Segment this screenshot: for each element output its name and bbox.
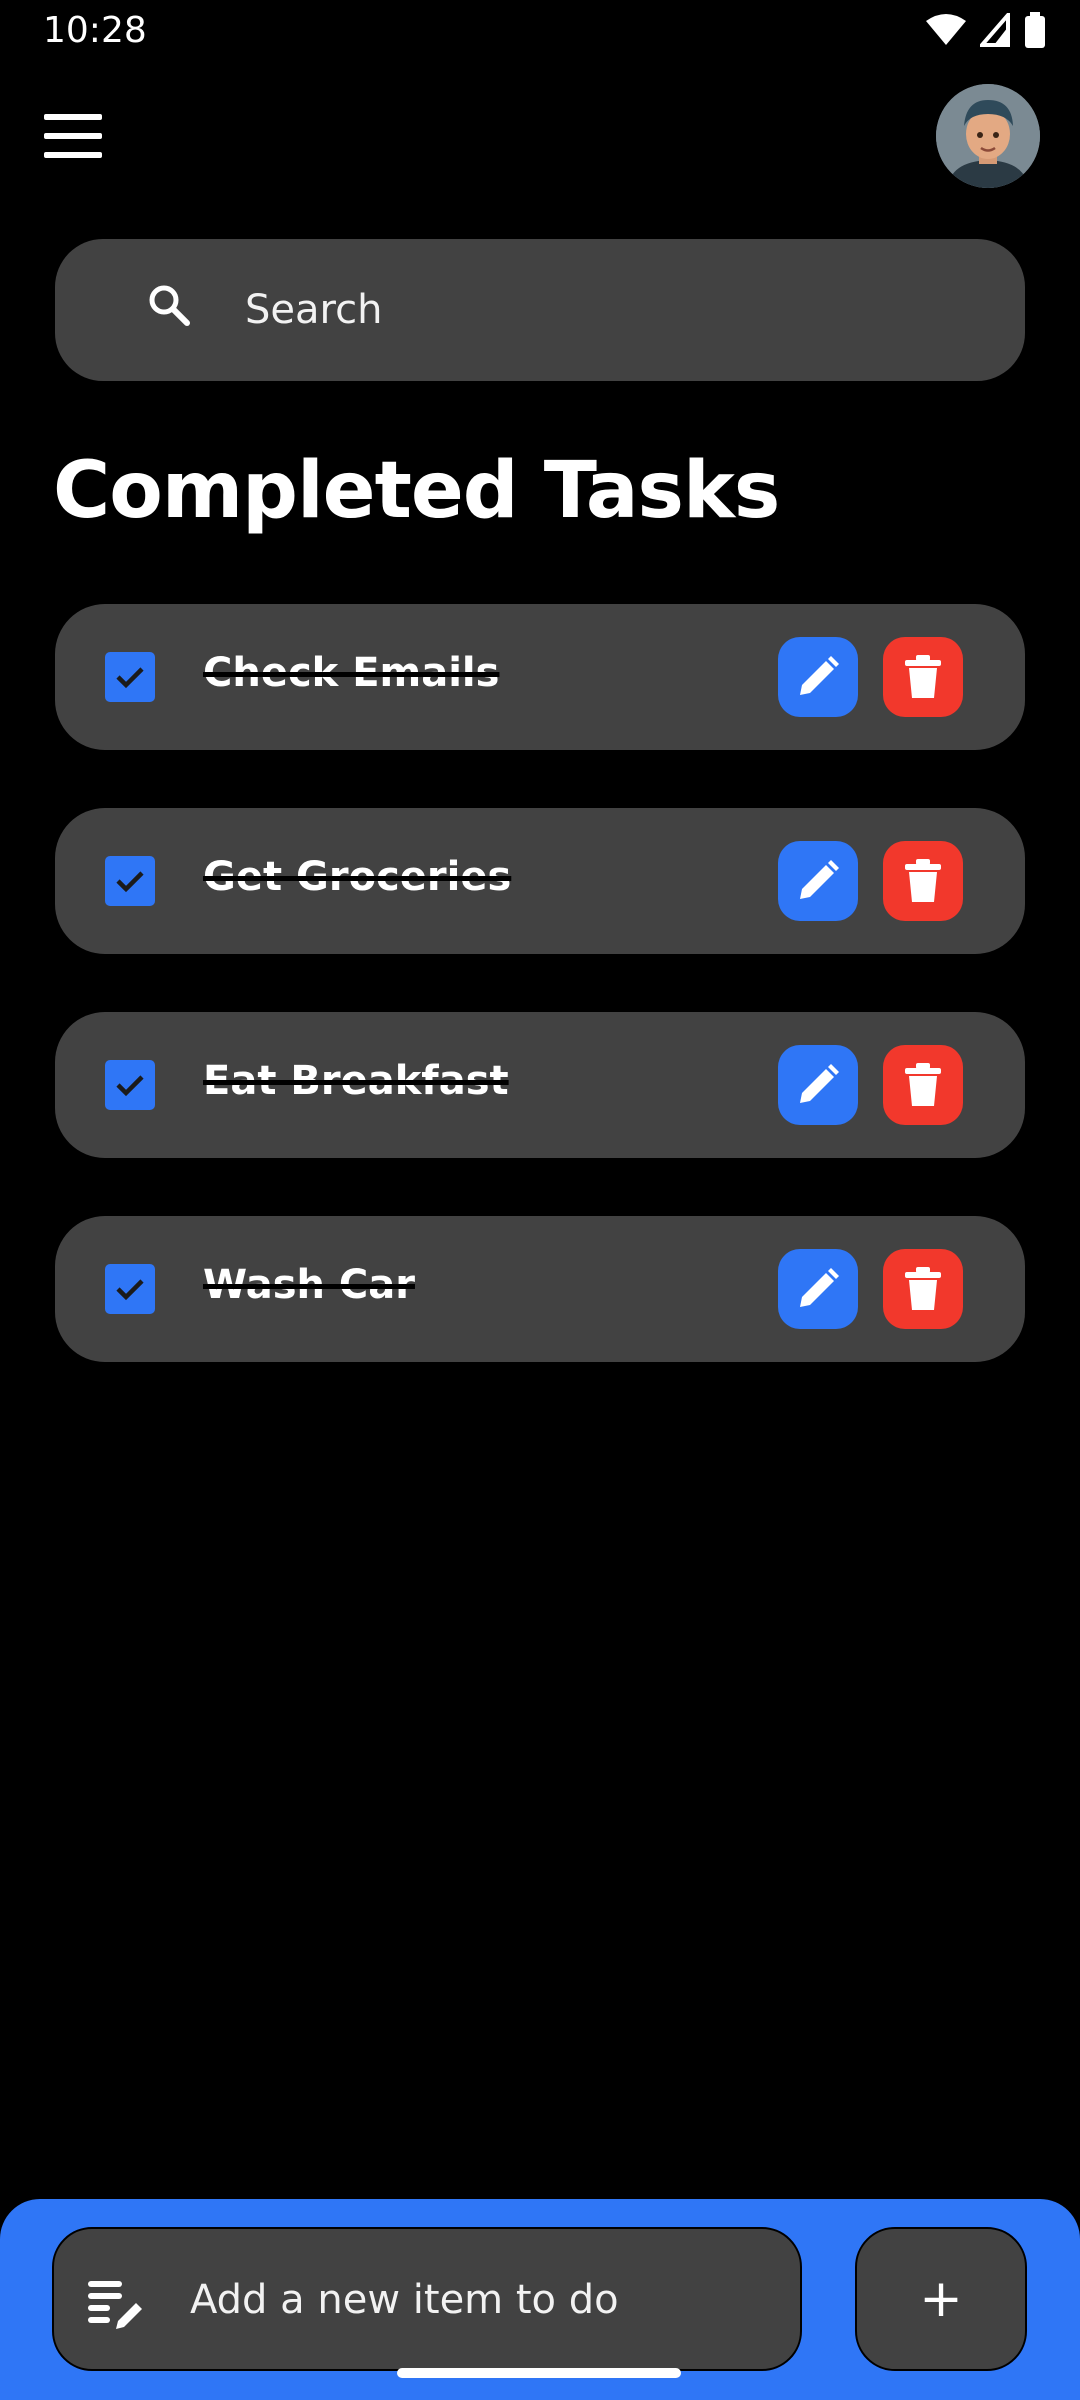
pencil-icon — [800, 1268, 839, 1307]
task-label: Get Groceries — [203, 854, 512, 900]
plus-icon: + — [919, 2269, 963, 2329]
check-icon — [116, 871, 144, 893]
user-avatar[interactable] — [936, 84, 1040, 188]
trash-icon — [905, 655, 941, 698]
page-title: Completed Tasks — [53, 446, 780, 536]
home-indicator[interactable] — [397, 2368, 681, 2378]
add-item-field[interactable] — [52, 2227, 802, 2371]
delete-button[interactable] — [883, 1249, 963, 1329]
battery-icon — [1024, 12, 1046, 48]
task-item: Eat Breakfast — [55, 1012, 1025, 1158]
add-item-input[interactable] — [190, 2257, 780, 2343]
delete-button[interactable] — [883, 841, 963, 921]
note-edit-icon — [84, 2271, 148, 2335]
check-icon — [116, 1279, 144, 1301]
task-list: Check Emails Get Groceries Eat Breakfast… — [55, 604, 1025, 1420]
delete-button[interactable] — [883, 1045, 963, 1125]
status-icons — [926, 12, 1046, 48]
pencil-icon — [800, 860, 839, 899]
edit-button[interactable] — [778, 841, 858, 921]
task-checkbox[interactable] — [105, 1060, 155, 1110]
task-item: Get Groceries — [55, 808, 1025, 954]
task-checkbox[interactable] — [105, 1264, 155, 1314]
edit-button[interactable] — [778, 1045, 858, 1125]
status-bar: 10:28 — [0, 0, 1080, 62]
hamburger-menu-icon[interactable] — [40, 110, 106, 162]
delete-button[interactable] — [883, 637, 963, 717]
status-time: 10:28 — [43, 10, 147, 51]
pencil-icon — [800, 1064, 839, 1103]
screen: 10:28 Search Completed Tasks Check Email… — [0, 0, 1080, 2400]
trash-icon — [905, 1063, 941, 1106]
wifi-icon — [926, 13, 966, 47]
task-label: Eat Breakfast — [203, 1058, 509, 1104]
task-checkbox[interactable] — [105, 652, 155, 702]
trash-icon — [905, 1267, 941, 1310]
search-input[interactable] — [245, 269, 985, 351]
add-item-button[interactable]: + — [855, 2227, 1027, 2371]
task-label: Wash Car — [203, 1262, 415, 1308]
search-bar[interactable] — [55, 239, 1025, 381]
task-item: Check Emails — [55, 604, 1025, 750]
pencil-icon — [800, 656, 839, 695]
search-icon — [147, 283, 197, 333]
edit-button[interactable] — [778, 1249, 858, 1329]
bottom-bar: + — [0, 2199, 1080, 2400]
task-item: Wash Car — [55, 1216, 1025, 1362]
check-icon — [116, 667, 144, 689]
signal-icon — [980, 13, 1010, 47]
check-icon — [116, 1075, 144, 1097]
task-label: Check Emails — [203, 650, 500, 696]
edit-button[interactable] — [778, 637, 858, 717]
task-checkbox[interactable] — [105, 856, 155, 906]
trash-icon — [905, 859, 941, 902]
